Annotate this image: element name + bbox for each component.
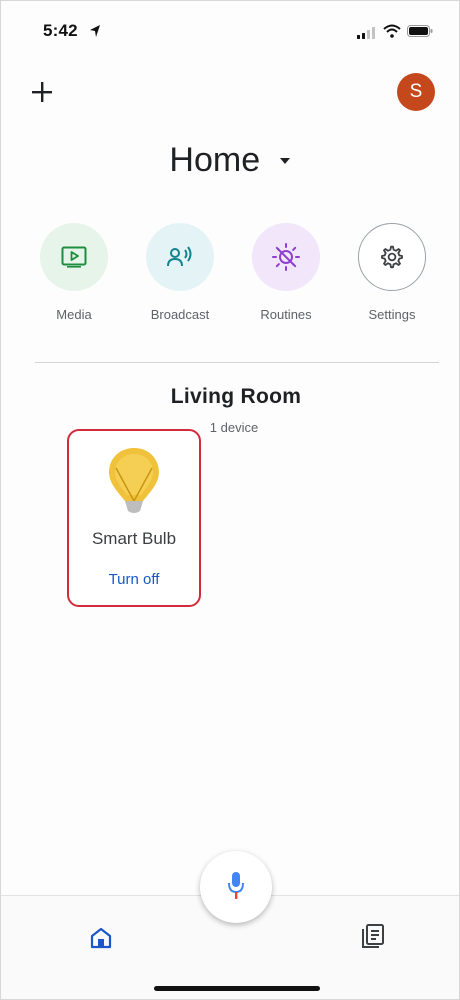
shortcut-routines[interactable]: Routines <box>233 223 339 322</box>
home-selector[interactable]: Home <box>1 141 459 180</box>
divider <box>35 362 439 363</box>
turn-off-button[interactable]: Turn off <box>69 571 199 588</box>
cellular-signal-icon <box>357 27 375 39</box>
wifi-icon <box>383 24 401 38</box>
status-icons <box>357 23 437 41</box>
broadcast-icon <box>167 246 192 267</box>
media-icon <box>61 246 87 268</box>
status-time: 5:42 <box>43 21 78 40</box>
broadcast-button[interactable] <box>146 223 214 291</box>
home-indicator <box>154 986 320 991</box>
bulb-icon <box>109 448 159 513</box>
shortcut-label: Media <box>56 307 92 322</box>
shortcut-label: Broadcast <box>150 307 210 322</box>
plus-icon[interactable] <box>27 77 57 107</box>
shortcut-label: Routines <box>260 307 312 322</box>
status-bar: 5:42 <box>1 19 459 45</box>
shortcut-broadcast[interactable]: Broadcast <box>127 223 233 322</box>
settings-button[interactable] <box>358 223 426 291</box>
shortcut-settings[interactable]: Settings <box>339 223 445 322</box>
media-button[interactable] <box>40 223 108 291</box>
shortcut-label: Settings <box>368 307 416 322</box>
home-icon[interactable] <box>89 926 113 950</box>
app-screen: 5:42 S Home Media Broadcast Routines Set… <box>0 0 460 1000</box>
device-name: Smart Bulb <box>91 529 177 548</box>
device-card-smart-bulb[interactable]: Smart Bulb Turn off <box>67 429 201 607</box>
avatar[interactable]: S <box>397 73 435 111</box>
page-title[interactable]: Home <box>169 141 260 180</box>
battery-icon <box>407 25 433 37</box>
caret-down-icon[interactable] <box>279 157 291 165</box>
feed-icon[interactable] <box>361 923 385 949</box>
room-title: Living Room <box>170 385 302 408</box>
mic-button[interactable] <box>200 851 272 923</box>
location-arrow-icon <box>90 25 100 37</box>
mic-icon <box>228 872 244 899</box>
shortcut-media[interactable]: Media <box>21 223 127 322</box>
routines-button[interactable] <box>252 223 320 291</box>
gear-icon <box>381 245 403 269</box>
shortcut-bar: Media Broadcast Routines Settings <box>21 223 445 333</box>
routines-icon <box>272 243 300 271</box>
